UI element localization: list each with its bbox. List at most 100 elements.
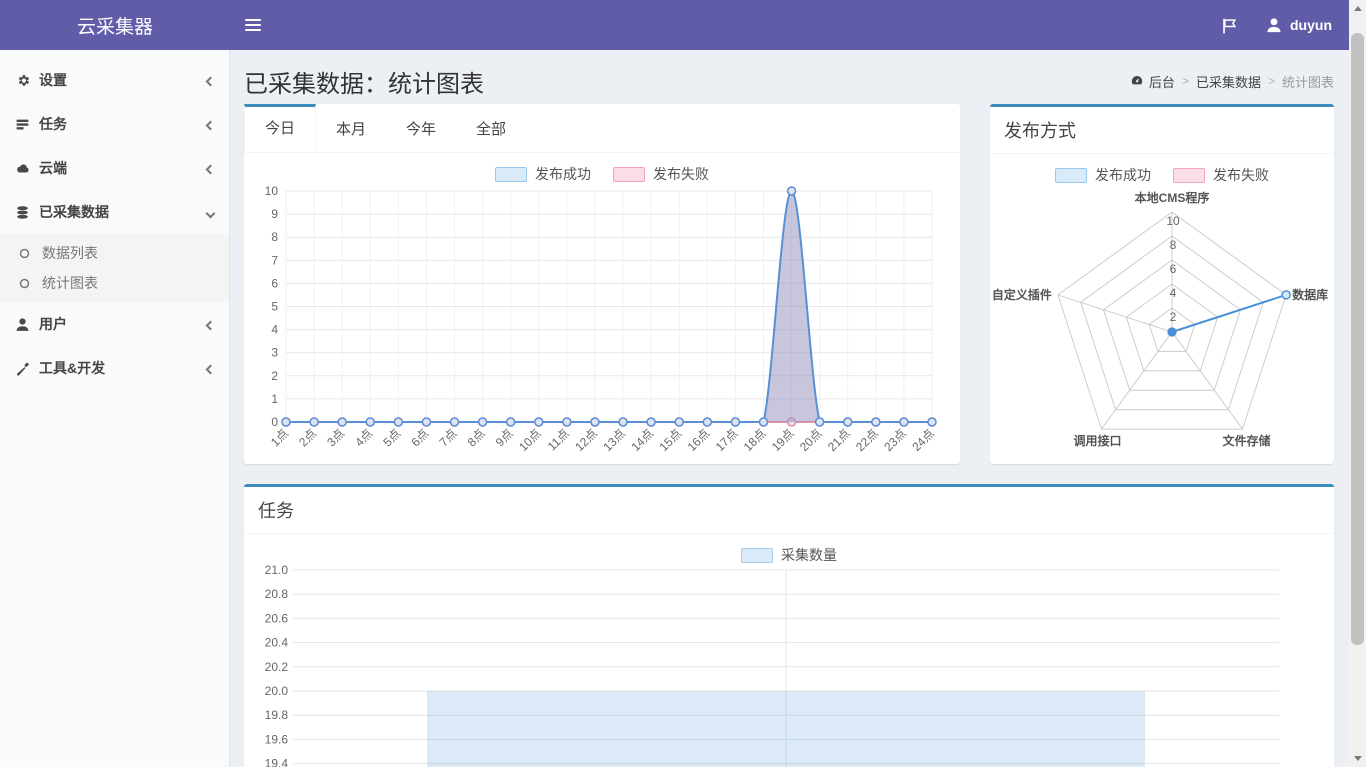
svg-text:10: 10 (265, 184, 279, 198)
svg-text:数据库: 数据库 (1292, 287, 1328, 302)
scrollbar-thumb[interactable] (1351, 33, 1364, 645)
svg-text:自定义插件: 自定义插件 (992, 287, 1052, 302)
breadcrumb-stats-chart: 统计图表 (1282, 72, 1334, 91)
user-menu-button[interactable]: duyun (1266, 0, 1332, 50)
breadcrumb-backstage[interactable]: 后台 (1130, 72, 1175, 91)
chevron-down-icon (207, 204, 214, 220)
chevron-left-icon (207, 72, 214, 88)
sidebar-item-label: 任务 (39, 114, 67, 134)
wrench-icon (15, 361, 30, 376)
legend-item-发布失败[interactable]: 发布失败 (1173, 165, 1269, 185)
svg-text:8: 8 (1170, 238, 1177, 252)
svg-text:10点: 10点 (516, 426, 544, 454)
svg-text:8: 8 (271, 230, 278, 244)
svg-text:7: 7 (271, 253, 278, 267)
legend-swatch (1173, 168, 1205, 183)
svg-text:12点: 12点 (572, 426, 600, 454)
svg-text:24点: 24点 (909, 426, 937, 454)
scroll-up-button[interactable] (1349, 0, 1366, 17)
sidebar-item-label: 设置 (39, 70, 67, 90)
svg-text:2: 2 (1170, 310, 1177, 324)
legend-item-采集数量[interactable]: 采集数量 (741, 545, 837, 565)
svg-text:20.0: 20.0 (265, 684, 289, 698)
flag-icon (1221, 17, 1238, 34)
sidebar-item-settings[interactable]: 设置 (0, 58, 229, 102)
vertical-scrollbar (1349, 0, 1366, 767)
svg-text:0: 0 (271, 415, 278, 429)
sidebar-item-cloud[interactable]: 云端 (0, 146, 229, 190)
user-icon (15, 317, 30, 332)
svg-text:2: 2 (271, 369, 278, 383)
panel-title: 任务 (244, 487, 1334, 534)
user-icon (1266, 17, 1282, 33)
sidebar-item-label: 工具&开发 (39, 358, 105, 378)
scroll-down-button[interactable] (1349, 750, 1366, 767)
legend-swatch (1055, 168, 1087, 183)
legend-item-发布成功[interactable]: 发布成功 (1055, 165, 1151, 185)
tab-month[interactable]: 本月 (316, 104, 386, 152)
sidebar-item-stats-chart[interactable]: 统计图表 (0, 268, 229, 298)
gear-icon (15, 73, 30, 88)
chevron-left-icon (207, 360, 214, 376)
circle-o-icon (18, 247, 31, 260)
svg-text:5点: 5点 (380, 426, 403, 449)
svg-text:5: 5 (271, 300, 278, 314)
sidebar-item-tasks[interactable]: 任务 (0, 102, 229, 146)
tab-year[interactable]: 今年 (386, 104, 456, 152)
sidebar-item-data-list[interactable]: 数据列表 (0, 238, 229, 268)
chevron-left-icon (207, 316, 214, 332)
legend-swatch (613, 167, 645, 182)
task-chart-legend: 采集数量 (244, 546, 1334, 564)
user-name: duyun (1290, 17, 1332, 33)
svg-text:6点: 6点 (408, 426, 431, 449)
sidebar-item-users[interactable]: 用户 (0, 302, 229, 346)
panel-publish-method: 发布方式 发布成功发布失败 108642本地CMS程序数据库文件存储调用接口自定… (990, 104, 1334, 464)
svg-text:2点: 2点 (296, 426, 319, 449)
task-volume-bar-chart: 21.020.820.620.420.220.019.819.619.4 (244, 564, 1334, 767)
sidebar: 设置任务云端已采集数据数据列表统计图表用户工具&开发 (0, 50, 230, 767)
svg-text:3点: 3点 (324, 426, 347, 449)
legend-item-发布成功[interactable]: 发布成功 (495, 164, 591, 184)
svg-text:19.4: 19.4 (265, 757, 289, 767)
flag-menu-button[interactable] (1221, 0, 1238, 50)
legend-item-发布失败[interactable]: 发布失败 (613, 164, 709, 184)
sidebar-item-label: 用户 (39, 314, 67, 334)
publish-method-radar-chart: 108642本地CMS程序数据库文件存储调用接口自定义插件 (990, 184, 1334, 462)
svg-text:10: 10 (1166, 214, 1180, 228)
panel-tasks: 任务 采集数量 21.020.820.620.420.220.019.819.6… (244, 484, 1334, 767)
top-navbar: 云采集器 duyun (0, 0, 1366, 50)
tab-all[interactable]: 全部 (456, 104, 526, 152)
sidebar-item-label: 已采集数据 (39, 202, 109, 222)
svg-text:19.8: 19.8 (265, 708, 289, 722)
svg-text:9点: 9点 (493, 426, 516, 449)
sidebar-toggle-button[interactable] (230, 0, 275, 50)
page-title: 已采集数据：统计图表 (244, 64, 484, 99)
svg-text:3: 3 (271, 346, 278, 360)
svg-text:文件存储: 文件存储 (1223, 433, 1271, 448)
svg-text:20.6: 20.6 (265, 611, 289, 625)
svg-text:19.6: 19.6 (265, 732, 289, 746)
svg-text:20.8: 20.8 (265, 587, 289, 601)
legend-swatch (495, 167, 527, 182)
sidebar-submenu-collected-data: 数据列表统计图表 (0, 234, 229, 302)
svg-text:14点: 14点 (628, 426, 656, 454)
svg-text:本地CMS程序: 本地CMS程序 (1135, 190, 1210, 205)
dashboard-icon (1130, 74, 1144, 88)
legend-swatch (741, 548, 773, 563)
legend-label: 采集数量 (781, 545, 837, 565)
svg-text:22点: 22点 (853, 426, 881, 454)
database-icon (15, 205, 30, 220)
tab-today[interactable]: 今日 (244, 104, 316, 152)
hourly-chart-legend: 发布成功 发布失败 (244, 165, 960, 183)
sidebar-item-collected-data[interactable]: 已采集数据 (0, 190, 229, 234)
svg-text:11点: 11点 (545, 426, 572, 453)
svg-text:4点: 4点 (352, 426, 375, 449)
panel-today-stats: 今日本月今年全部 发布成功发布失败 0123456789101点2点3点4点5点… (244, 104, 960, 464)
app-logo[interactable]: 云采集器 (0, 0, 230, 50)
breadcrumb-collected-data[interactable]: 已采集数据 (1196, 72, 1261, 91)
tasks-icon (15, 117, 30, 132)
arrow-down-icon (1354, 756, 1362, 761)
svg-text:16点: 16点 (685, 426, 713, 454)
panel-title: 发布方式 (990, 107, 1334, 154)
sidebar-item-tools-dev[interactable]: 工具&开发 (0, 346, 229, 390)
